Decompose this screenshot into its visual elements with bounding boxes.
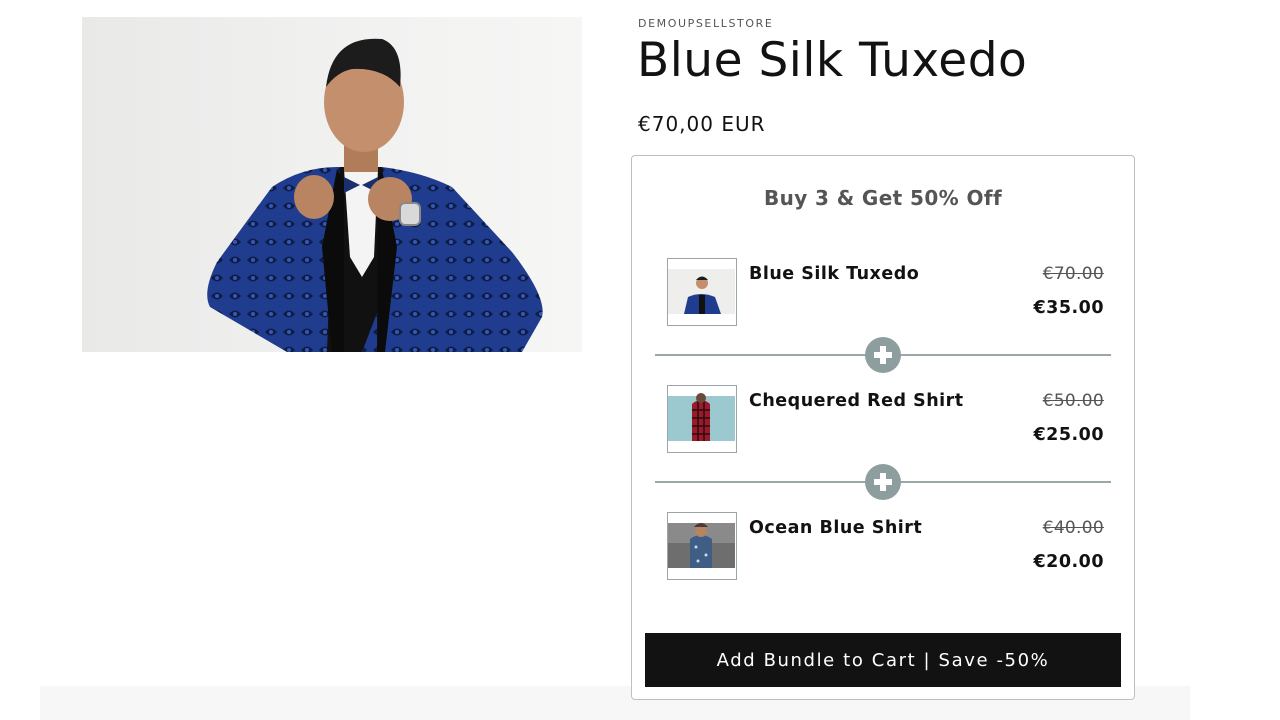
bundle-item: Chequered Red Shirt €50.00 €25.00 bbox=[667, 385, 1107, 453]
bundle-heading: Buy 3 & Get 50% Off bbox=[763, 186, 1003, 210]
plus-icon bbox=[865, 337, 901, 373]
bundle-item-name: Chequered Red Shirt bbox=[749, 391, 964, 411]
bundle-item-old-price: €50.00 bbox=[1042, 391, 1104, 411]
bundle-item-old-price: €40.00 bbox=[1042, 518, 1104, 538]
product-price: €70,00 EUR bbox=[638, 112, 766, 136]
vendor-label: DEMOUPSELLSTORE bbox=[638, 17, 774, 30]
product-main-image[interactable] bbox=[82, 17, 582, 352]
bundle-item-new-price: €20.00 bbox=[1033, 552, 1104, 572]
tuxedo-thumbnail[interactable] bbox=[667, 258, 737, 326]
blue-shirt-thumbnail[interactable] bbox=[667, 512, 737, 580]
add-bundle-to-cart-button[interactable]: Add Bundle to Cart | Save -50% bbox=[645, 633, 1121, 687]
bundle-item-new-price: €25.00 bbox=[1033, 425, 1104, 445]
bundle-item-name: Blue Silk Tuxedo bbox=[749, 264, 920, 284]
product-title: Blue Silk Tuxedo bbox=[637, 33, 1028, 88]
bundle-item-new-price: €35.00 bbox=[1033, 298, 1104, 318]
man-in-blue-tuxedo-photo bbox=[207, 38, 543, 352]
bundle-offer-box: Buy 3 & Get 50% Off Blue Silk Tuxedo €70… bbox=[631, 155, 1135, 700]
bundle-item: Ocean Blue Shirt €40.00 €20.00 bbox=[667, 512, 1107, 580]
bundle-item-old-price: €70.00 bbox=[1042, 264, 1104, 284]
red-shirt-thumbnail[interactable] bbox=[667, 385, 737, 453]
bundle-item: Blue Silk Tuxedo €70.00 €35.00 bbox=[667, 258, 1107, 326]
plus-icon bbox=[865, 464, 901, 500]
bundle-item-name: Ocean Blue Shirt bbox=[749, 518, 923, 538]
